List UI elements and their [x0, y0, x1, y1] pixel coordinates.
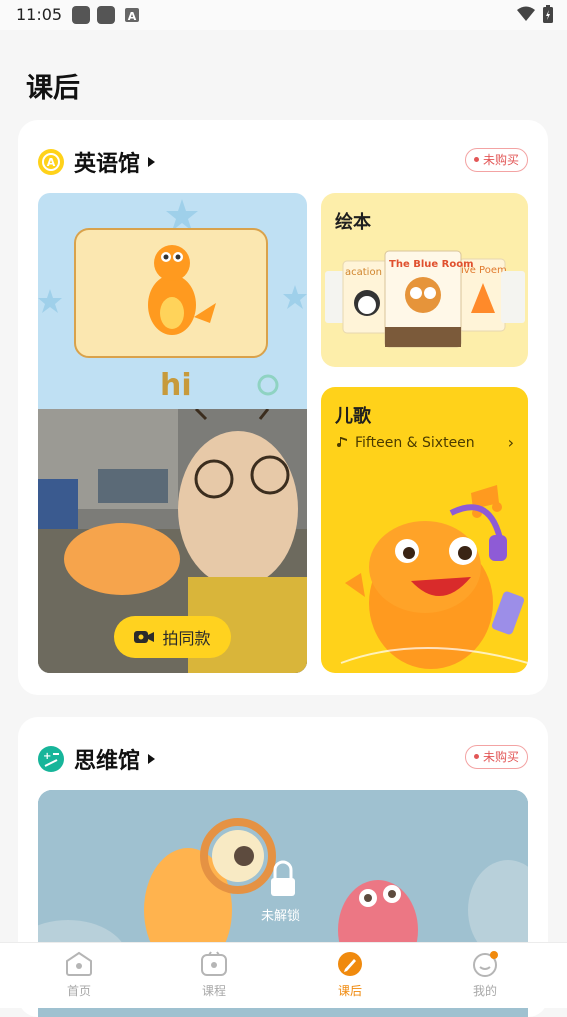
home-icon — [66, 951, 92, 976]
current-song: Fifteen & Sixteen — [337, 435, 475, 451]
locked-label: 未解锁 — [261, 909, 301, 924]
play-arrow-icon — [148, 157, 156, 167]
bottom-tab-bar: 首页 课程 课后 我的 — [0, 942, 567, 1008]
after-class-icon — [338, 952, 362, 976]
video-cartoon-panel: hi — [38, 193, 307, 409]
status-time: 11:05 — [16, 5, 63, 24]
svg-text:+: + — [43, 751, 51, 762]
current-song-name: Fifteen & Sixteen — [355, 435, 475, 451]
singing-dino-illustration — [340, 485, 528, 669]
music-note-icon — [337, 437, 347, 447]
wifi-icon — [517, 6, 535, 21]
songs-title: 儿歌 — [335, 406, 371, 427]
songs-tile[interactable]: 儿歌 Fifteen & Sixteen › — [321, 387, 528, 673]
not-purchased-badge: 未购买 — [464, 148, 528, 172]
page-title: 课后 — [26, 73, 80, 104]
notification-icon — [72, 6, 90, 24]
keyboard-a-icon: A — [125, 8, 139, 23]
english-hall-icon: A — [38, 149, 64, 175]
profile-icon — [473, 951, 498, 977]
notification-icon — [97, 6, 115, 24]
play-arrow-icon — [148, 754, 156, 764]
picture-book-tile[interactable]: 绘本 acation ive Poem The Blue Room — [321, 193, 528, 367]
book-covers-illustration: acation ive Poem The Blue Room — [325, 250, 525, 348]
tab-home[interactable]: 首页 — [39, 951, 119, 999]
svg-text:The Blue Room: The Blue Room — [389, 259, 474, 270]
svg-text:hi: hi — [160, 368, 192, 403]
english-hall-header[interactable]: A 英语馆 — [38, 146, 156, 178]
video-tile[interactable]: hi 拍同款 — [38, 193, 307, 673]
battery-icon — [543, 5, 553, 23]
tab-profile[interactable]: 我的 — [445, 951, 525, 999]
tab-course[interactable]: 课程 — [174, 951, 254, 999]
svg-text:acation: acation — [345, 267, 382, 278]
svg-text:A: A — [47, 156, 56, 169]
notification-dot — [490, 951, 498, 959]
status-bar: 11:05 A — [0, 0, 567, 30]
not-purchased-badge: 未购买 — [464, 745, 528, 769]
picture-book-title: 绘本 — [335, 212, 371, 233]
thinking-hall-icon: + — [38, 746, 64, 772]
dino-card-illustration: hi — [38, 199, 307, 403]
shoot-same-button[interactable]: 拍同款 — [114, 616, 231, 658]
shoot-same-label: 拍同款 — [162, 629, 211, 648]
thinking-hall-header[interactable]: + 思维馆 — [38, 743, 156, 775]
course-icon — [201, 951, 227, 976]
english-hall-card: A 英语馆 未购买 hi 拍同款 绘本 acation ive Poem The… — [18, 120, 548, 695]
thinking-hall-title: 思维馆 — [74, 749, 141, 774]
video-camera-icon — [134, 631, 155, 643]
english-hall-title: 英语馆 — [74, 152, 141, 177]
tab-after-class[interactable]: 课后 — [310, 951, 390, 999]
chevron-right-icon[interactable]: › — [508, 433, 514, 452]
